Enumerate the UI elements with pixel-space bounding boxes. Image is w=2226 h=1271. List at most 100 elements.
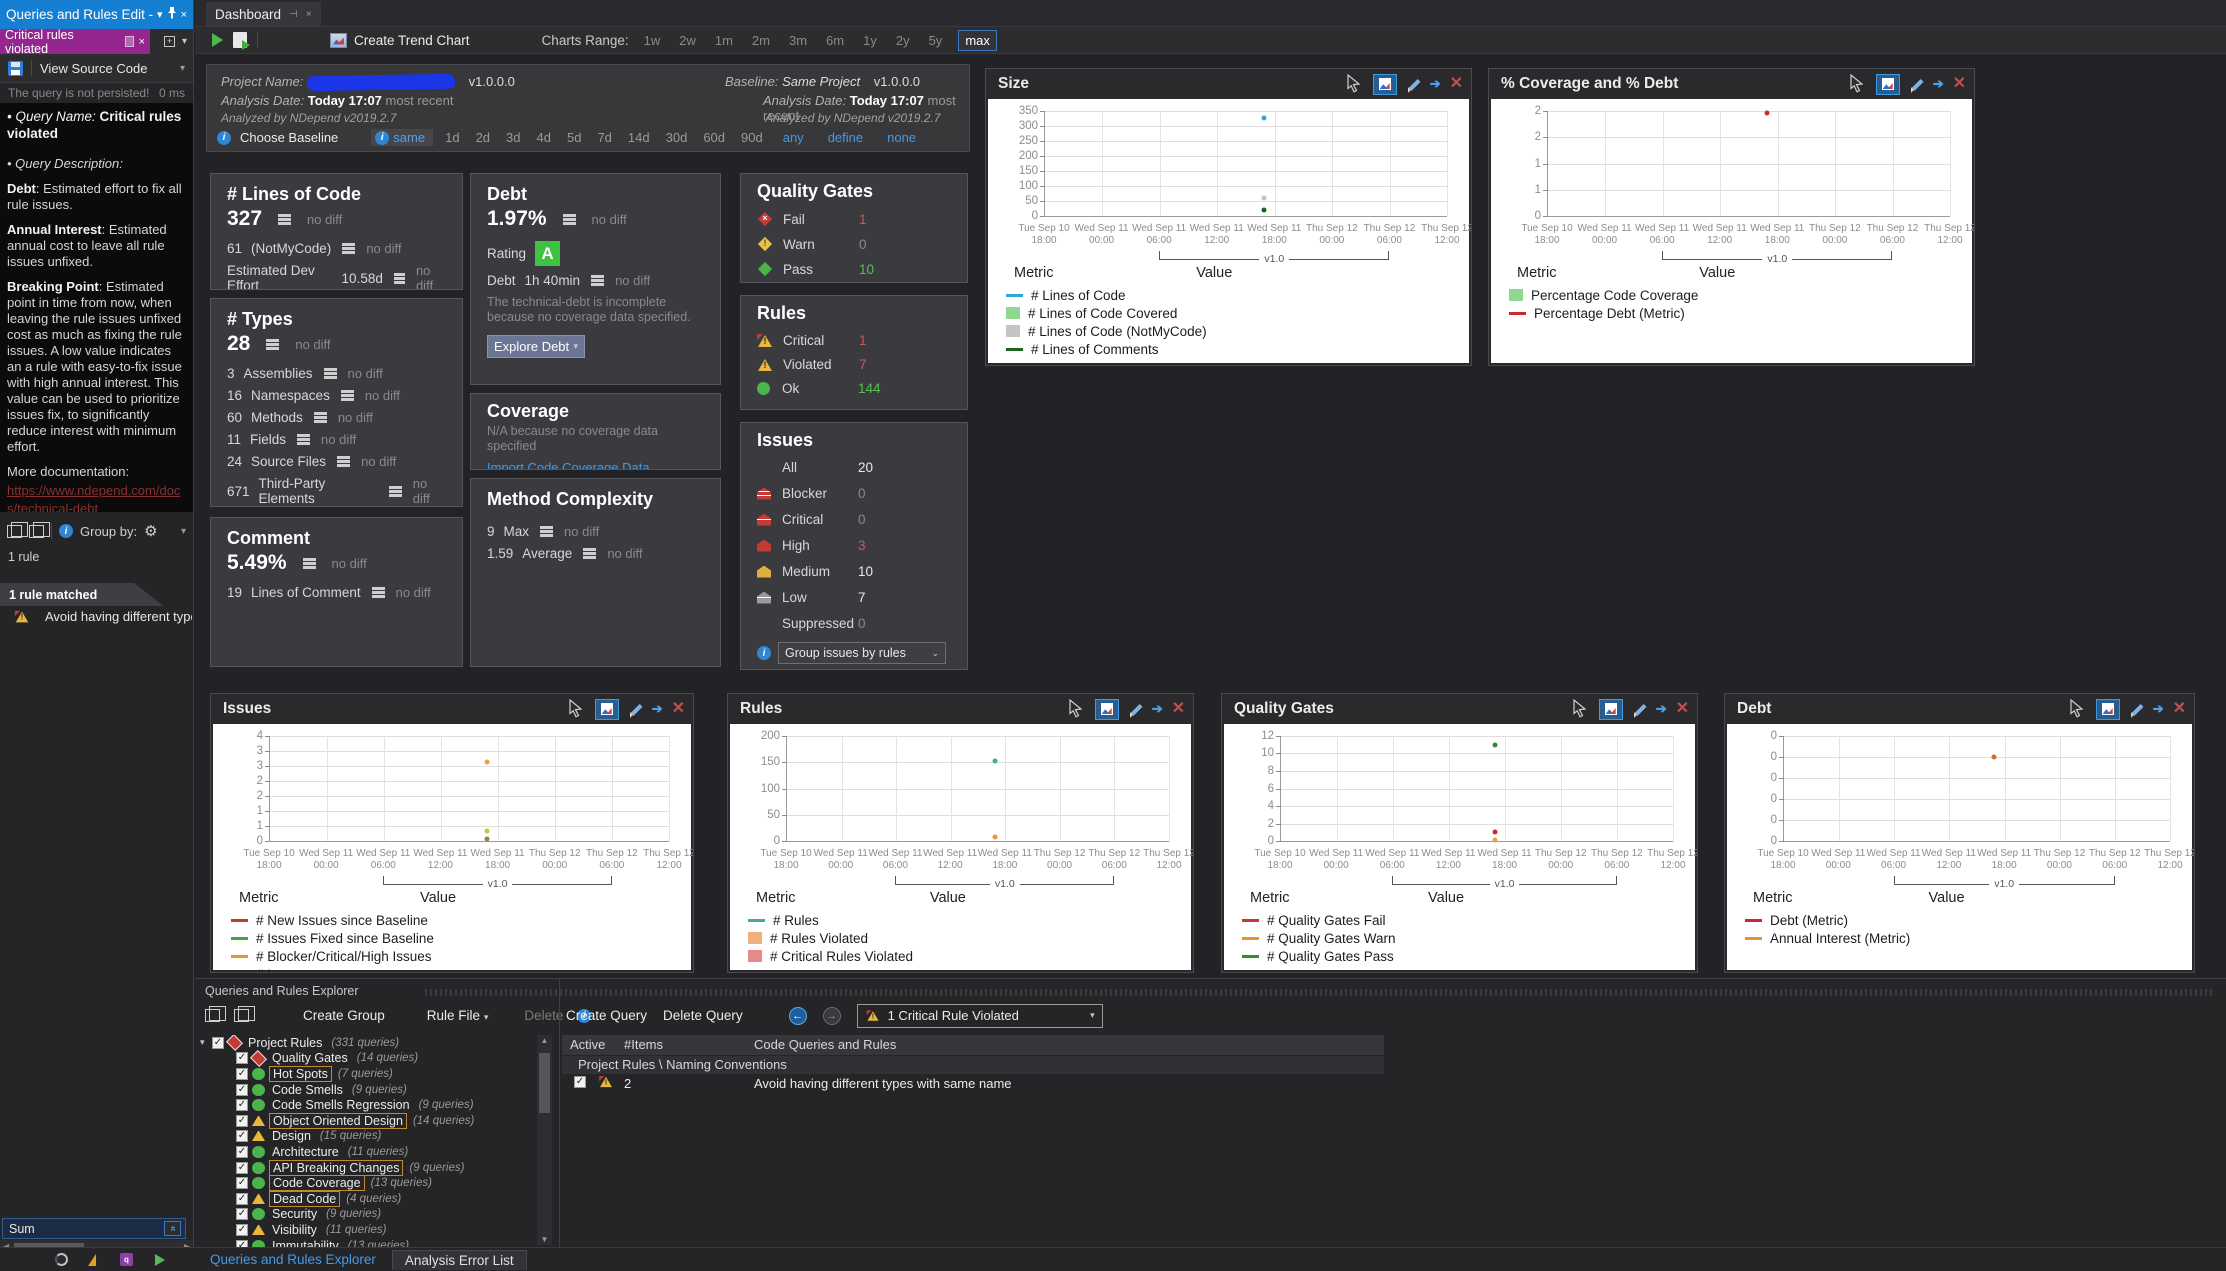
expander-icon[interactable]: ▾ [200,1037,212,1048]
collapse-panel-button[interactable]: « [164,1221,181,1236]
show-chart-button[interactable] [1599,699,1623,720]
checkbox[interactable]: ✓ [236,1130,248,1142]
baseline-option-7d[interactable]: 7d [593,130,615,145]
baseline-option-same[interactable]: isame [371,129,433,146]
expand-all-icon[interactable] [7,525,22,538]
show-chart-button[interactable] [2096,699,2120,720]
run-icon[interactable] [155,1254,165,1266]
checkbox[interactable]: ✓ [236,1162,248,1174]
baseline-option-define[interactable]: define [820,130,871,145]
edit-chart-icon[interactable] [1406,77,1421,92]
export-chart-icon[interactable]: ➔ [2153,701,2164,717]
matched-rule-item[interactable]: Avoid having different types wit [14,609,192,624]
documentation-link[interactable]: https://www.ndepend.com/docs/technical-d… [7,483,180,512]
rule-result-row[interactable]: ✓ 2 Avoid having different types with sa… [562,1075,1384,1094]
edit-chart-icon[interactable] [2129,702,2144,717]
panel-header[interactable]: Queries and Rules Edit -... ▾ × [0,0,193,29]
tree-scrollbar[interactable]: ▲ ▼ [537,1035,552,1245]
range-option-max[interactable]: max [958,30,997,51]
close-icon[interactable]: × [139,36,145,48]
range-option-2y[interactable]: 2y [893,31,913,50]
chevron-down-icon[interactable]: ▾ [157,8,163,21]
show-chart-button[interactable] [1876,74,1900,95]
gear-icon[interactable]: ⚙ [144,524,157,539]
column-active[interactable]: Active [570,1037,605,1052]
pin-icon[interactable] [167,7,177,22]
tree-item-project-rules[interactable]: ▾✓Project Rules(331 queries) [195,1035,535,1051]
tab-analysis-error-list[interactable]: Analysis Error List [392,1250,527,1270]
delete-button[interactable]: Delete [524,1008,563,1023]
navigate-back-button[interactable]: ← [789,1007,807,1025]
range-option-1y[interactable]: 1y [860,31,880,50]
rule-name[interactable]: Avoid having different types with same n… [754,1076,1012,1091]
import-coverage-link[interactable]: Import Code Coverage Data [487,460,704,470]
range-option-6m[interactable]: 6m [823,31,847,50]
export-chart-icon[interactable]: ➔ [652,701,663,717]
tree-item-code-smells[interactable]: ✓Code Smells(9 queries) [195,1082,535,1098]
checkbox[interactable]: ✓ [236,1052,248,1064]
show-chart-button[interactable] [1095,699,1119,720]
chevron-down-icon[interactable]: ▾ [180,63,185,74]
run-analysis-icon[interactable] [212,33,223,47]
scrollbar-thumb[interactable] [539,1053,550,1113]
tree-item-security[interactable]: ✓Security(9 queries) [195,1207,535,1223]
query-editor-area[interactable]: • Query Name: Critical rules violated • … [0,103,193,512]
edit-chart-icon[interactable] [1909,77,1924,92]
tree-item-quality-gates[interactable]: ✓Quality Gates(14 queries) [195,1051,535,1067]
lightning-icon[interactable] [88,1254,100,1266]
rule-group-row[interactable]: Project Rules \ Naming Conventions [562,1056,1384,1074]
range-option-1m[interactable]: 1m [712,31,736,50]
navigate-forward-button[interactable]: → [823,1007,841,1025]
rule-active-checkb[interactable]: ✓ [574,1076,586,1088]
circular-tool-icon[interactable] [55,1253,68,1266]
baseline-option-2d[interactable]: 2d [472,130,494,145]
edit-chart-icon[interactable] [1632,702,1647,717]
tab-critical-rules-violated[interactable]: Critical rules violated × [0,29,150,54]
tree-item-immutability[interactable]: ✓Immutability(13 queries) [195,1238,535,1247]
tree-item-code-smells-regression[interactable]: ✓Code Smells Regression(9 queries) [195,1097,535,1113]
checkbox[interactable]: ✓ [236,1193,248,1205]
expand-all-icon[interactable] [205,1009,220,1022]
checkbox[interactable]: ✓ [236,1224,248,1236]
violated-rules-dropdown[interactable]: 1 Critical Rule Violated ▾ [857,1004,1103,1028]
chevron-down-icon[interactable]: ▾ [182,36,187,47]
checkbox[interactable]: ✓ [236,1099,248,1111]
remove-chart-icon[interactable]: ✕ [672,701,685,717]
checkbox[interactable]: ✓ [236,1240,248,1247]
tree-item-hot-spots[interactable]: ✓Hot Spots(7 queries) [195,1066,535,1082]
scroll-down-icon[interactable]: ▼ [537,1235,552,1244]
baseline-option-none[interactable]: none [879,130,924,145]
range-option-1w[interactable]: 1w [641,31,664,50]
checkbox[interactable]: ✓ [236,1177,248,1189]
collapse-all-icon[interactable] [29,525,44,538]
explore-debt-button[interactable]: Explore Debt▾ [487,335,585,358]
tree-item-visibility[interactable]: ✓Visibility(11 queries) [195,1222,535,1238]
baseline-option-any[interactable]: any [775,130,812,145]
baseline-option-90d[interactable]: 90d [737,130,767,145]
column-code-queries[interactable]: Code Queries and Rules [754,1037,896,1052]
range-option-5y[interactable]: 5y [926,31,946,50]
export-chart-icon[interactable]: ➔ [1430,76,1441,92]
checkbox[interactable]: ✓ [236,1146,248,1158]
tree-item-code-coverage[interactable]: ✓Code Coverage(13 queries) [195,1175,535,1191]
remove-chart-icon[interactable]: ✕ [1676,701,1689,717]
tree-item-architecture[interactable]: ✓Architecture(11 queries) [195,1144,535,1160]
edit-chart-icon[interactable] [1128,702,1143,717]
close-icon[interactable]: × [181,9,187,21]
rule-file-button[interactable]: Rule File ▾ [427,1008,489,1023]
chevron-down-icon[interactable]: ▾ [181,526,186,537]
scroll-up-icon[interactable]: ▲ [537,1036,552,1045]
baseline-option-30d[interactable]: 30d [662,130,692,145]
baseline-option-3d[interactable]: 3d [502,130,524,145]
new-query-icon[interactable]: + [164,36,175,47]
column-items[interactable]: #Items [624,1037,663,1052]
pin-icon[interactable]: ⊣ [289,9,298,20]
run-analysis-on-file-icon[interactable] [233,32,247,48]
sum-row[interactable]: Sum « [2,1218,186,1239]
tree-item-design[interactable]: ✓Design(15 queries) [195,1129,535,1145]
collapse-all-icon[interactable] [234,1009,249,1022]
checkbox[interactable]: ✓ [236,1068,248,1080]
export-chart-icon[interactable]: ➔ [1152,701,1163,717]
xml-query-icon[interactable]: q [120,1253,133,1266]
range-option-2m[interactable]: 2m [749,31,773,50]
